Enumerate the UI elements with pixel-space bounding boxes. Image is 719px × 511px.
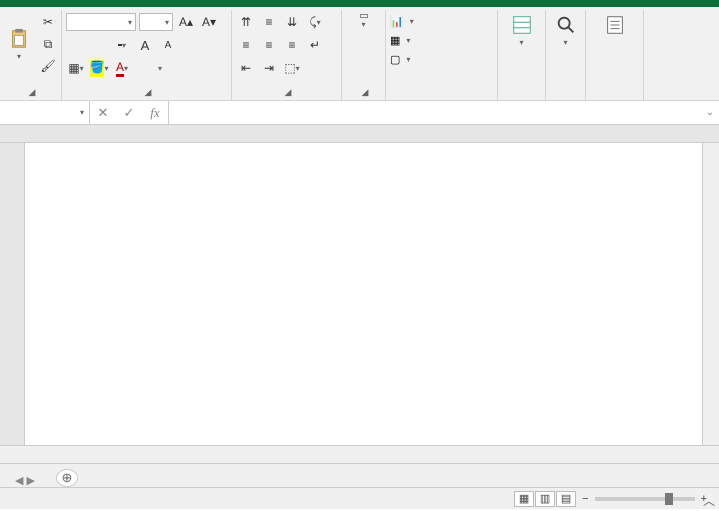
align-bottom-button[interactable]: ⇊ <box>282 12 302 32</box>
border-button[interactable]: ▦▾ <box>66 58 86 78</box>
bold-button[interactable] <box>66 35 86 55</box>
conditional-format-button[interactable]: 📊▾ <box>390 14 493 29</box>
font-dialog-launcher[interactable]: ◢ <box>145 87 152 98</box>
cells-button[interactable]: ▾ <box>502 12 541 49</box>
number-dialog-launcher[interactable]: ◢ <box>362 87 369 98</box>
fx-button[interactable]: fx <box>142 101 168 124</box>
align-top-button[interactable]: ⇈ <box>236 12 256 32</box>
table-format-icon: ▦ <box>390 34 400 47</box>
underline-button[interactable]: ▾ <box>112 35 132 55</box>
align-center-button[interactable]: ≡ <box>259 35 279 55</box>
cell-style-button[interactable]: ▢▾ <box>390 52 493 67</box>
align-left-button[interactable]: ≡ <box>236 35 256 55</box>
view-normal-button[interactable]: ▦ <box>514 491 534 507</box>
cut-button[interactable]: ✂ <box>38 12 58 32</box>
vertical-scrollbar[interactable] <box>702 143 719 445</box>
fill-color-button[interactable]: 🪣▾ <box>89 58 109 78</box>
table-format-button[interactable]: ▦▾ <box>390 33 493 48</box>
cond-format-icon: 📊 <box>390 15 404 28</box>
group-input-tools <box>586 10 644 100</box>
cells-area[interactable] <box>25 143 702 445</box>
decrease-font-button[interactable]: A▾ <box>199 12 219 32</box>
name-box[interactable]: ▾ <box>0 101 90 124</box>
align-right-button[interactable]: ≡ <box>282 35 302 55</box>
tab-nav[interactable]: ◀ ▶ <box>0 474 50 487</box>
increase-indent-button[interactable]: ⇥ <box>259 58 279 78</box>
wrap-text-button[interactable]: ↵ <box>305 35 325 55</box>
group-cells: ▾ <box>498 10 546 100</box>
paste-button[interactable]: ▾ <box>4 26 34 63</box>
group-font: ▾ ▾ A▴ A▾ ▾ A A ▦▾ 🪣▾ A▾ ▾ ◢ <box>62 10 232 100</box>
formula-bar: ▾ ✕ ✓ fx ⌄ <box>0 101 719 125</box>
clipboard-dialog-launcher[interactable]: ◢ <box>29 87 36 98</box>
group-clipboard: ▾ ✂ ⧉ 🖌 ◢ <box>0 10 62 100</box>
view-page-break-button[interactable]: ▤ <box>556 491 576 507</box>
phonetic-button[interactable] <box>135 58 155 78</box>
alignment-dialog-launcher[interactable]: ◢ <box>285 87 292 98</box>
font-name-select[interactable]: ▾ <box>66 13 136 31</box>
group-styles: 📊▾ ▦▾ ▢▾ <box>386 10 498 100</box>
view-page-layout-button[interactable]: ▥ <box>535 491 555 507</box>
ribbon: ▾ ✂ ⧉ 🖌 ◢ ▾ ▾ A▴ A▾ ▾ A A <box>0 7 719 101</box>
record-button[interactable] <box>590 12 639 39</box>
number-format-button[interactable]: ▾ <box>346 12 381 31</box>
increase-font-alt[interactable]: A <box>135 35 155 55</box>
zoom-out-button[interactable]: − <box>582 493 588 505</box>
sheet-tab-bar: ◀ ▶ ⊕ <box>0 463 719 487</box>
confirm-formula-button[interactable]: ✓ <box>116 101 142 124</box>
decrease-font-alt[interactable]: A <box>158 35 178 55</box>
status-bar: ▦ ▥ ▤ − + <box>0 487 719 509</box>
expand-formula-bar[interactable]: ⌄ <box>701 107 719 118</box>
copy-button[interactable]: ⧉ <box>38 34 58 54</box>
collapse-ribbon-button[interactable]: ︿ <box>703 492 715 509</box>
zoom-slider[interactable] <box>595 497 695 501</box>
font-size-select[interactable]: ▾ <box>139 13 173 31</box>
sheet-grid <box>0 125 719 463</box>
decrease-indent-button[interactable]: ⇤ <box>236 58 256 78</box>
italic-button[interactable] <box>89 35 109 55</box>
group-alignment: ⇈ ≡ ⇊ ⤹▾ ≡ ≡ ≡ ↵ ⇤ ⇥ ⬚▾ ◢ <box>232 10 342 100</box>
format-painter-button[interactable]: 🖌 <box>38 56 58 76</box>
cell-style-icon: ▢ <box>390 53 400 66</box>
horizontal-scrollbar[interactable] <box>0 445 719 463</box>
align-middle-button[interactable]: ≡ <box>259 12 279 32</box>
group-number: ▾ ◢ <box>342 10 386 100</box>
group-editing: ▾ <box>546 10 586 100</box>
increase-font-button[interactable]: A▴ <box>176 12 196 32</box>
cancel-formula-button[interactable]: ✕ <box>90 101 116 124</box>
add-sheet-button[interactable]: ⊕ <box>56 469 78 487</box>
merge-button[interactable]: ⬚▾ <box>282 58 302 78</box>
orientation-button[interactable]: ⤹▾ <box>305 12 325 32</box>
font-color-button[interactable]: A▾ <box>112 58 132 78</box>
editing-button[interactable]: ▾ <box>550 12 581 49</box>
